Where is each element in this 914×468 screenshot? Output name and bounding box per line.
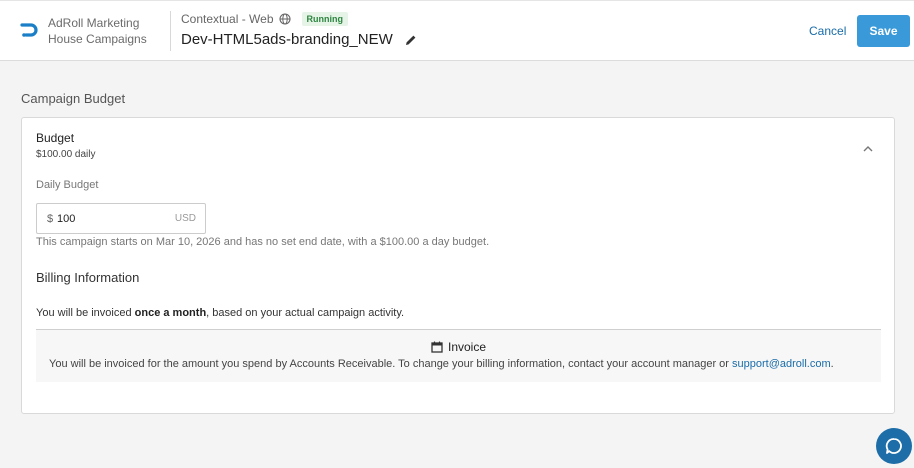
invoice-text: You will be invoiced for the amount you …: [49, 358, 733, 370]
invoice-info-box: Invoice You will be invoiced for the amo…: [36, 329, 881, 382]
billing-frequency: once a month: [134, 307, 207, 319]
chevron-up-icon[interactable]: [862, 144, 874, 154]
daily-budget-input[interactable]: $ 100 USD: [36, 203, 206, 234]
budget-heading: Budget: [36, 131, 75, 145]
chat-icon: [885, 438, 902, 454]
support-email-link[interactable]: support@adroll.com: [732, 358, 831, 370]
adroll-logo-icon: [20, 23, 38, 37]
calendar-icon: [431, 341, 443, 353]
pencil-icon[interactable]: [405, 34, 417, 46]
status-badge: Running: [301, 12, 348, 26]
billing-frequency-text: You will be invoiced once a month, based…: [36, 307, 404, 319]
invoice-description: You will be invoiced for the amount you …: [49, 358, 834, 370]
campaign-name: Dev-HTML5ads-branding_NEW: [181, 31, 393, 48]
billing-heading: Billing Information: [36, 270, 140, 285]
budget-value[interactable]: 100: [57, 213, 75, 225]
budget-card: Budget $100.00 daily Daily Budget $ 100 …: [21, 117, 895, 414]
invoice-title-text: Invoice: [447, 340, 487, 354]
top-bar: AdRoll Marketing House Campaigns Context…: [0, 0, 914, 61]
save-button[interactable]: Save: [857, 15, 910, 47]
currency-unit: USD: [174, 213, 196, 224]
org-line-2: House Campaigns: [48, 32, 147, 46]
invoice-end: .: [830, 358, 834, 370]
billing-prefix: You will be invoiced: [36, 307, 135, 319]
section-title: Campaign Budget: [21, 91, 126, 106]
chat-button[interactable]: [876, 428, 912, 464]
billing-suffix: , based on your actual campaign activity…: [206, 307, 405, 319]
org-line-1: AdRoll Marketing: [48, 16, 140, 30]
campaign-title: Dev-HTML5ads-branding_NEW: [181, 31, 417, 48]
invoice-title: Invoice: [36, 340, 881, 354]
breadcrumb: Contextual - Web Running: [181, 12, 348, 26]
cancel-button[interactable]: Cancel: [809, 24, 846, 38]
budget-help-text: This campaign starts on Mar 10, 2026 and…: [36, 236, 490, 248]
currency-symbol: $: [47, 213, 54, 225]
daily-budget-label: Daily Budget: [36, 179, 99, 191]
organization-name: AdRoll Marketing House Campaigns: [48, 15, 147, 47]
budget-summary: $100.00 daily: [36, 149, 96, 160]
header-divider: [170, 11, 171, 51]
globe-icon: [278, 13, 291, 25]
campaign-type: Contextual - Web: [181, 12, 274, 26]
